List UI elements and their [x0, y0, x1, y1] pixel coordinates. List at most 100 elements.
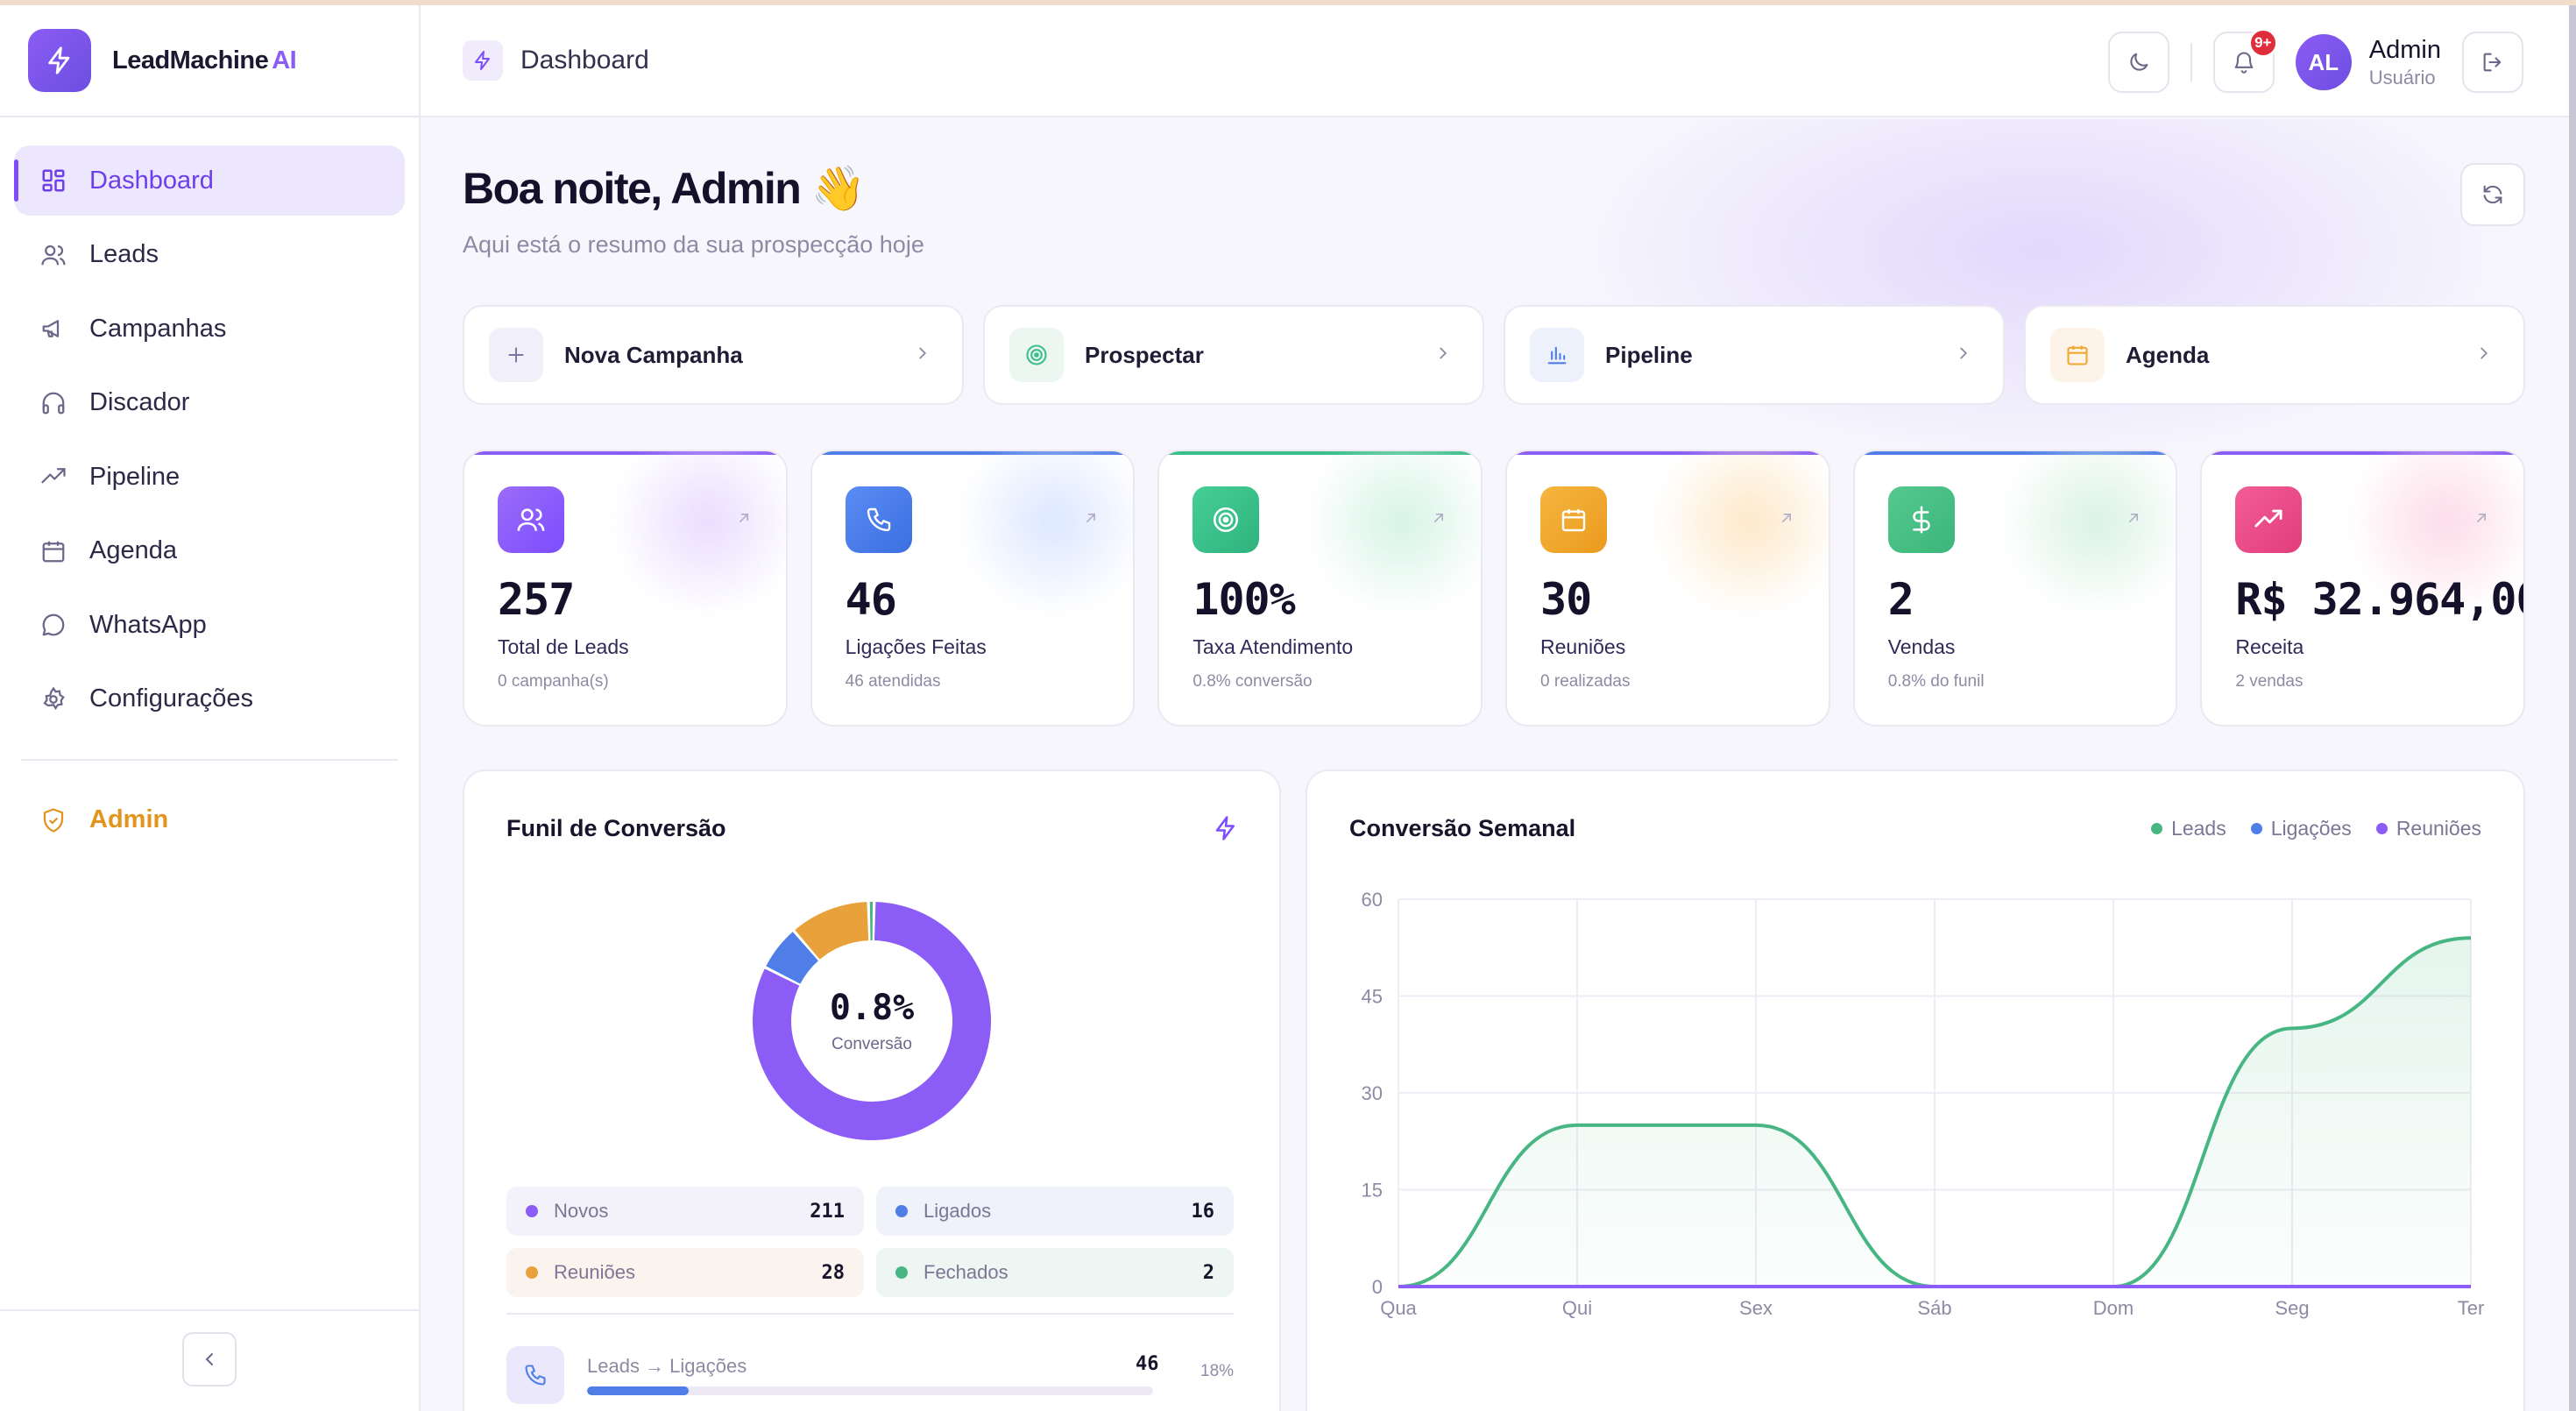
calendar-icon [2050, 328, 2105, 382]
stat-card-taxa-atendimento[interactable]: 100% Taxa Atendimento 0.8% conversão [1157, 450, 1483, 727]
stat-glow [949, 451, 1134, 609]
conversion-label: Conversão [832, 1035, 912, 1053]
sidebar-item-label: Configurações [89, 684, 253, 713]
stat-card-vendas[interactable]: 2 Vendas 0.8% do funil [1852, 450, 2178, 727]
refresh-button[interactable] [2460, 163, 2525, 226]
sidebar-item-leads[interactable]: Leads [14, 220, 405, 290]
y-tick-label: 60 [1362, 889, 1383, 911]
funnel-legend: Novos 211 Ligados 16 Reuniões 28 Fechado… [506, 1187, 1234, 1297]
bolt-icon [1215, 816, 1235, 840]
stat-subtext: 46 atendidas [845, 672, 941, 691]
stats-row: 257 Total de Leads 0 campanha(s) 46 Liga… [463, 450, 2526, 727]
sidebar-item-label: WhatsApp [89, 610, 207, 639]
legend-value: 2 [1202, 1261, 1214, 1284]
chevron-right-icon [1960, 347, 1968, 359]
stat-glow [601, 451, 786, 609]
chevron-left-icon [205, 1353, 213, 1365]
sidebar-item-dashboard[interactable]: Dashboard [14, 145, 405, 216]
x-tick-label: Sáb [1917, 1297, 1951, 1319]
brand[interactable]: LeadMachine AI [0, 5, 419, 117]
plus-icon [489, 328, 543, 382]
sidebar-item-configuracoes[interactable]: Configurações [14, 664, 405, 734]
funnel-divider [506, 1313, 1234, 1315]
phone-icon [506, 1346, 564, 1404]
action-label: Nova Campanha [564, 341, 743, 368]
action-agenda[interactable]: Agenda [2024, 305, 2525, 405]
notification-badge: 9+ [2247, 28, 2278, 58]
sidebar-footer [0, 1309, 419, 1411]
megaphone-icon [39, 314, 68, 344]
page-scrollbar[interactable] [2569, 5, 2576, 1411]
notifications-button[interactable]: 9+ [2212, 28, 2278, 93]
radar-icon [1009, 328, 1064, 382]
stat-subtext: 2 vendas [2235, 672, 2304, 691]
action-pipeline[interactable]: Pipeline [1504, 305, 2005, 405]
sidebar-item-whatsapp[interactable]: WhatsApp [14, 590, 405, 660]
user-info[interactable]: Admin Usuário [2369, 36, 2441, 89]
chevron-right-icon [1440, 347, 1447, 359]
x-tick-label: Qui [1562, 1297, 1592, 1319]
calendar-icon [1540, 486, 1608, 553]
collapse-sidebar-button[interactable] [182, 1332, 237, 1386]
sidebar-item-discador[interactable]: Discador [14, 368, 405, 438]
legend-label: Fechados [924, 1261, 1008, 1283]
stat-value: 46 [845, 574, 897, 625]
stat-value: 30 [1540, 574, 1592, 625]
flow-label: Leads → Ligações [587, 1355, 747, 1377]
action-label: Pipeline [1605, 341, 1693, 368]
header-actions: 9+ AL Admin Usuário [2107, 28, 2523, 93]
y-tick-label: 15 [1362, 1180, 1383, 1202]
sidebar-item-campanhas[interactable]: Campanhas [14, 294, 405, 364]
logout-button[interactable] [2462, 32, 2523, 93]
trending-up-icon [2235, 486, 2303, 553]
user-name: Admin [2368, 35, 2441, 64]
legend-value: 211 [810, 1200, 845, 1223]
y-tick-label: 30 [1362, 1082, 1383, 1104]
x-tick-label: Qua [1380, 1297, 1417, 1319]
avatar[interactable]: AL [2295, 34, 2352, 90]
logout-icon [2483, 53, 2502, 72]
user-role: Usuário [2368, 66, 2436, 89]
calendar-icon [39, 536, 68, 566]
trending-up-icon [39, 462, 68, 492]
sidebar: LeadMachine AI Dashboard Leads Campanhas … [0, 5, 421, 1411]
moon-icon [2130, 53, 2148, 71]
x-tick-label: Sex [1739, 1297, 1773, 1319]
stat-value: R$ 32.964,00 [2235, 574, 2526, 625]
action-nova-campanha[interactable]: Nova Campanha [463, 305, 964, 405]
sidebar-item-pipeline[interactable]: Pipeline [14, 442, 405, 512]
action-prospectar[interactable]: Prospectar [983, 305, 1484, 405]
flow-value: 46 [1136, 1353, 1159, 1375]
legend-dot [526, 1266, 538, 1279]
arrow-up-right-icon [1086, 514, 1096, 522]
stat-card-receita[interactable]: R$ 32.964,00 Receita 2 vendas [2200, 450, 2526, 727]
bolt-icon [463, 40, 503, 81]
grid-icon [39, 166, 68, 195]
arrow-up-right-icon [739, 514, 748, 522]
legend-dot [895, 1205, 908, 1217]
x-tick-label: Ter [2458, 1297, 2485, 1319]
main-content: Boa noite, Admin 👋 Aqui está o resumo da… [421, 119, 2569, 1411]
sidebar-item-agenda[interactable]: Agenda [14, 516, 405, 586]
stat-value: 257 [498, 574, 575, 625]
legend-label: Novos [554, 1200, 609, 1222]
action-label: Prospectar [1085, 341, 1204, 368]
stat-subtext: 0.8% conversão [1192, 672, 1313, 691]
gear-icon [39, 684, 68, 714]
legend-value: 16 [1191, 1200, 1215, 1223]
quick-actions: Nova Campanha Prospectar Pipeline Agenda [463, 305, 2525, 405]
users-icon [39, 240, 68, 270]
stat-card-ligacoes[interactable]: 46 Ligações Feitas 46 atendidas [810, 450, 1136, 727]
stat-label: Reuniões [1540, 635, 1626, 658]
theme-toggle-button[interactable] [2107, 32, 2169, 93]
sidebar-item-admin[interactable]: Admin [14, 785, 405, 855]
stat-label: Ligações Feitas [845, 635, 987, 658]
flow-progress-fill [587, 1386, 690, 1395]
stat-subtext: 0.8% do funil [1887, 672, 1985, 691]
legend-value: 28 [821, 1261, 846, 1284]
headphones-icon [39, 388, 68, 418]
sidebar-item-label: Pipeline [89, 462, 180, 491]
stat-card-total-leads[interactable]: 257 Total de Leads 0 campanha(s) [463, 450, 788, 727]
sidebar-item-label: Leads [89, 240, 159, 268]
stat-card-reunioes[interactable]: 30 Reuniões 0 realizadas [1505, 450, 1830, 727]
